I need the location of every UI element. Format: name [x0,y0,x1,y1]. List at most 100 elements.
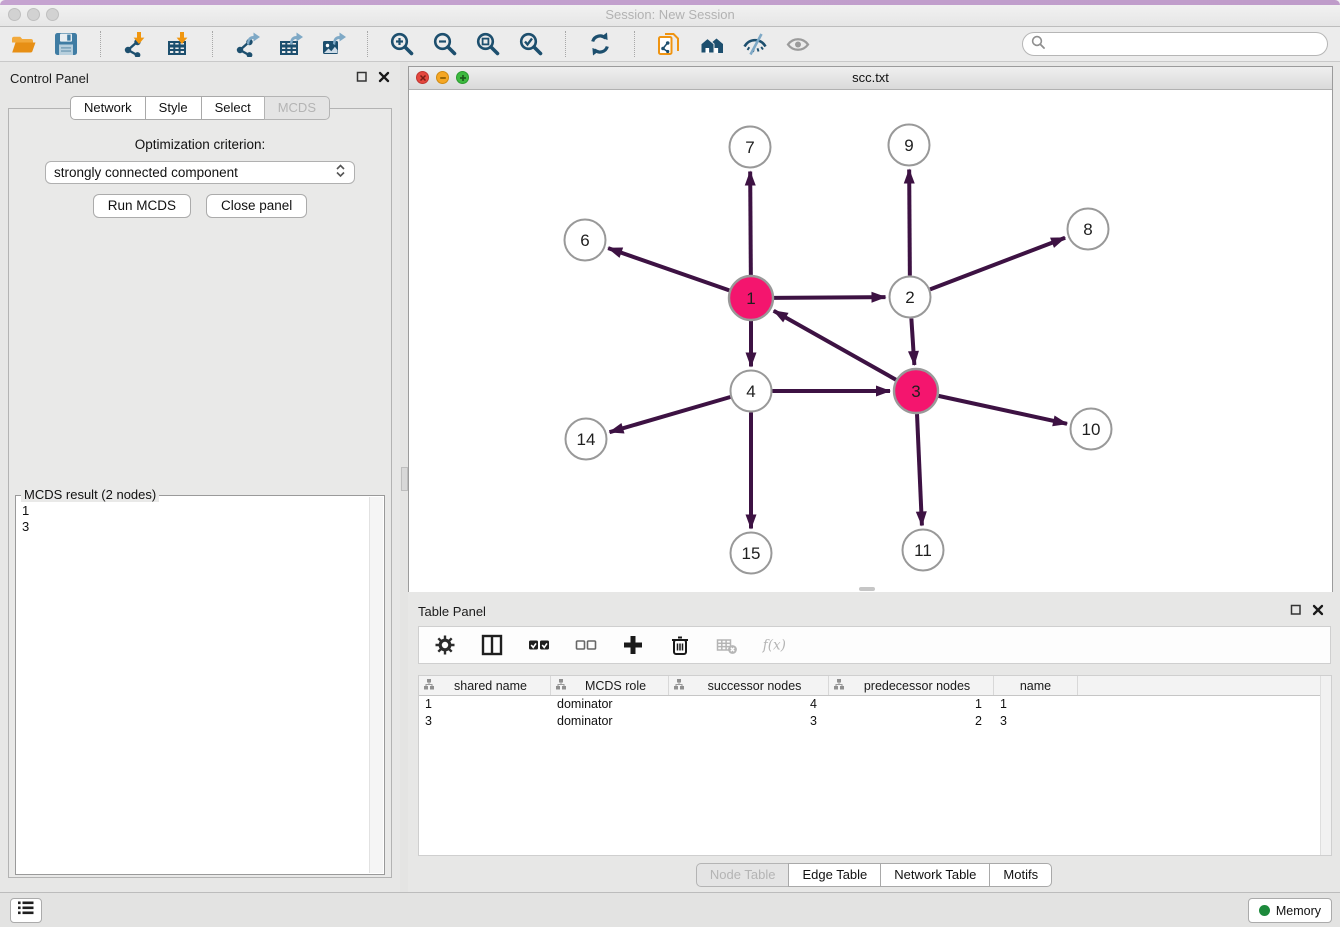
column-header-shared-name[interactable]: shared name [419,676,551,695]
control-panel-title: Control Panel [10,71,89,86]
close-panel-icon[interactable] [378,71,390,83]
graph-edge-1-7[interactable] [750,171,751,275]
graph-node-11[interactable]: 11 [903,530,944,571]
network-window-titlebar[interactable]: scc.txt [409,67,1332,90]
column-header-successor-nodes[interactable]: successor nodes [669,676,829,695]
zoom-in-icon[interactable] [389,31,416,58]
graph-edge-2-3[interactable] [911,318,914,365]
run-mcds-button[interactable]: Run MCDS [93,194,191,218]
svg-text:4: 4 [746,382,755,401]
float-panel-icon[interactable] [356,71,368,83]
graph-node-4[interactable]: 4 [731,371,772,412]
svg-text:6: 6 [580,231,589,250]
table-scrollbar[interactable] [1320,676,1331,855]
network-graph[interactable]: 7 9 6 8 1 2 4 3 14 10 15 11 [409,90,1332,592]
memory-button[interactable]: Memory [1248,898,1332,923]
graph-node-1[interactable]: 1 [729,276,773,320]
table-cell: 1 [419,696,551,713]
search-input[interactable] [1050,36,1319,52]
graph-edge-3-1[interactable] [774,311,896,380]
open-session-icon[interactable] [10,31,37,58]
node-table[interactable]: shared nameMCDS rolesuccessor nodesprede… [418,675,1332,856]
table-panel-header: Table Panel [408,595,1340,623]
graph-node-8[interactable]: 8 [1068,209,1109,250]
graph-edge-1-2[interactable] [774,297,886,298]
save-session-icon[interactable] [53,31,80,58]
table-cell: dominator [551,713,669,730]
show-panels-button[interactable] [10,898,42,923]
import-table-icon[interactable] [165,31,192,58]
result-scrollbar[interactable] [369,497,383,873]
graph-edge-2-8[interactable] [930,238,1065,290]
export-network-icon[interactable] [234,31,261,58]
divider-grip-icon[interactable] [401,467,408,491]
float-table-panel-icon[interactable] [1290,604,1302,616]
export-table-icon[interactable] [277,31,304,58]
graph-node-10[interactable]: 10 [1071,409,1112,450]
table-row[interactable]: 3dominator323 [419,713,1331,730]
canvas-scroll-grip[interactable] [859,587,875,591]
column-chooser-icon[interactable] [480,633,504,657]
svg-text:8: 8 [1083,220,1092,239]
add-column-icon[interactable] [621,633,645,657]
toolbar-separator [634,31,636,57]
status-bar: Memory [0,892,1340,927]
close-table-panel-icon[interactable] [1312,604,1324,616]
table-cell: 1 [994,696,1078,713]
graph-node-3[interactable]: 3 [894,369,938,413]
graph-edge-3-10[interactable] [938,396,1067,424]
memory-status-icon [1259,905,1270,916]
graph-node-2[interactable]: 2 [890,277,931,318]
column-header-MCDS-role[interactable]: MCDS role [551,676,669,695]
tab-motifs[interactable]: Motifs [989,863,1052,887]
graph-edge-1-6[interactable] [608,248,729,290]
graph-node-6[interactable]: 6 [565,220,606,261]
panel-divider[interactable] [400,62,408,892]
zoom-selected-icon[interactable] [518,31,545,58]
zoom-out-icon[interactable] [432,31,459,58]
network-window-title: scc.txt [409,70,1332,85]
tab-select[interactable]: Select [201,96,265,120]
column-header-predecessor-nodes[interactable]: predecessor nodes [829,676,994,695]
control-panel-header: Control Panel [0,62,400,90]
svg-text:f(x): f(x) [762,638,786,654]
graph-edge-3-11[interactable] [917,414,922,526]
table-panel-title: Table Panel [418,604,486,619]
tab-network-table[interactable]: Network Table [880,863,990,887]
first-neighbors-icon[interactable] [699,31,726,58]
graph-node-15[interactable]: 15 [731,533,772,574]
table-cell: 3 [419,713,551,730]
table-settings-icon[interactable] [433,633,457,657]
svg-text:1: 1 [746,289,755,308]
criterion-select[interactable]: strongly connected component [45,161,355,184]
network-canvas[interactable]: 7 9 6 8 1 2 4 3 14 10 15 11 [409,90,1332,592]
search-box[interactable] [1022,32,1328,56]
toolbar-separator [100,31,102,57]
tab-network[interactable]: Network [70,96,146,120]
import-network-icon[interactable] [122,31,149,58]
zoom-fit-icon[interactable] [475,31,502,58]
clone-network-icon[interactable] [656,31,683,58]
refresh-view-icon[interactable] [587,31,614,58]
graph-node-7[interactable]: 7 [730,127,771,168]
column-header-name[interactable]: name [994,676,1078,695]
tab-node-table[interactable]: Node Table [696,863,790,887]
svg-text:15: 15 [742,544,761,563]
tab-edge-table[interactable]: Edge Table [788,863,881,887]
svg-text:2: 2 [905,288,914,307]
hide-selected-icon[interactable] [742,31,769,58]
mcds-result-list[interactable]: 13 [16,499,368,874]
graph-node-14[interactable]: 14 [566,419,607,460]
delete-column-icon[interactable] [668,633,692,657]
select-all-rows-icon[interactable] [527,633,551,657]
graph-edge-2-9[interactable] [909,169,910,275]
tab-mcds[interactable]: MCDS [264,96,330,120]
graph-node-9[interactable]: 9 [889,125,930,166]
table-row[interactable]: 1dominator411 [419,696,1331,713]
close-panel-button[interactable]: Close panel [206,194,307,218]
tab-style[interactable]: Style [145,96,202,120]
deselect-all-rows-icon[interactable] [574,633,598,657]
memory-label: Memory [1276,904,1321,918]
export-image-icon[interactable] [320,31,347,58]
graph-edge-4-14[interactable] [610,397,731,432]
